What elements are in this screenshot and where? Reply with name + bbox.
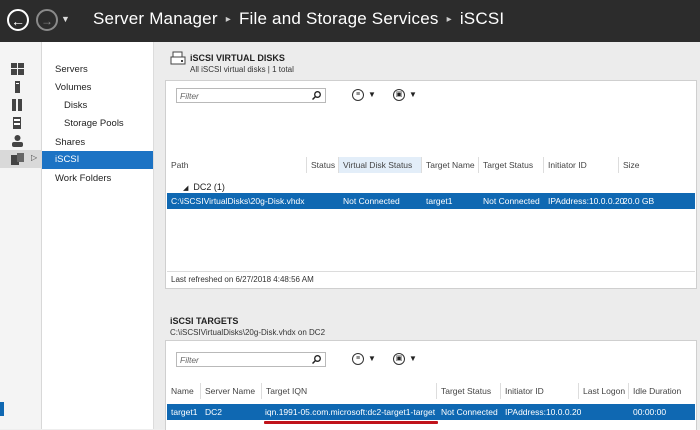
nav-item-servers[interactable]: Servers	[42, 61, 153, 79]
title-bar: ← → ▼ Server Manager ▸ File and Storage Se…	[0, 0, 700, 42]
column-header-virtual-disk-status[interactable]: Virtual Disk Status	[339, 157, 422, 173]
chevron-down-icon: ▼	[409, 354, 417, 363]
list-icon: ≡	[352, 353, 364, 365]
virtual-disk-icon	[170, 51, 186, 65]
column-header-name[interactable]: Name	[167, 383, 201, 399]
column-header-status[interactable]: Status	[307, 157, 339, 173]
breadcrumb-file-storage-services[interactable]: File and Storage Services	[239, 9, 439, 28]
cell-initiator-id: IPAddress:10.0.0.20	[548, 196, 625, 206]
nav-item-disks[interactable]: Disks	[42, 97, 153, 115]
column-header-idle-duration[interactable]: Idle Duration	[629, 383, 695, 399]
chevron-down-icon: ▼	[409, 90, 417, 99]
cell-path: C:\iSCSIVirtualDisks\20g-Disk.vhdx	[171, 196, 305, 206]
group-label: DC2 (1)	[193, 182, 225, 192]
cell-name: target1	[171, 407, 198, 417]
targets-panel: ≡ ▼ ▣ ▼ Name Server Name Target IQN Targ…	[165, 340, 697, 430]
breadcrumb-iscsi[interactable]: iSCSI	[460, 9, 504, 28]
file-storage-services-icon	[11, 153, 24, 165]
forward-arrow-icon[interactable]: →	[36, 9, 58, 31]
chevron-down-icon: ▼	[368, 90, 376, 99]
local-server-icon	[15, 81, 20, 93]
targets-subtitle: C:\iSCSIVirtualDisks\20g-Disk.vhdx on DC…	[170, 328, 326, 337]
users-icon	[12, 135, 23, 147]
targets-filter-input[interactable]	[177, 353, 305, 366]
cell-initiator-id: IPAddress:10.0.0.20	[505, 407, 582, 417]
rail-item-dashboard[interactable]	[0, 60, 41, 78]
search-icon[interactable]	[312, 91, 321, 100]
nav-item-volumes[interactable]: Volumes	[42, 79, 153, 97]
save-query-button[interactable]: ▣ ▼	[393, 353, 419, 367]
file-storage-roles-icon	[13, 117, 21, 129]
collapse-triangle-icon[interactable]: ◢	[183, 185, 188, 192]
main-content: iSCSI VIRTUAL DISKS All iSCSI virtual di…	[154, 42, 700, 430]
column-header-path[interactable]: Path	[167, 157, 307, 173]
cell-idle-duration: 00:00:00	[633, 407, 667, 417]
highlight-underline	[264, 421, 438, 424]
chevron-down-icon: ▼	[368, 354, 376, 363]
virtual-disks-filter[interactable]	[176, 88, 326, 103]
rail-item-local-server[interactable]	[0, 78, 41, 96]
save-query-button[interactable]: ▣ ▼	[393, 89, 419, 103]
cell-server-name: DC2	[205, 407, 223, 417]
breadcrumb-separator: ▸	[446, 14, 452, 25]
virtual-disks-filter-input[interactable]	[177, 89, 305, 102]
column-header-initiator-id[interactable]: Initiator ID	[544, 157, 619, 173]
last-refreshed-status: Last refreshed on 6/27/2018 4:48:56 AM	[167, 271, 695, 287]
column-header-target-status[interactable]: Target Status	[479, 157, 544, 173]
column-header-initiator-id[interactable]: Initiator ID	[501, 383, 579, 399]
breadcrumb-server-manager[interactable]: Server Manager	[93, 9, 218, 28]
dashboard-icon	[11, 63, 24, 75]
column-header-target-status[interactable]: Target Status	[437, 383, 501, 399]
cell-target-status: Not Connected	[441, 407, 498, 417]
table-row[interactable]: C:\iSCSIVirtualDisks\20g-Disk.vhdx Not C…	[167, 193, 695, 209]
save-icon: ▣	[393, 89, 405, 101]
column-header-last-logon[interactable]: Last Logon	[579, 383, 629, 399]
rail-item-file-storage-roles[interactable]	[0, 114, 41, 132]
targets-filter[interactable]	[176, 352, 326, 367]
cell-virtual-disk-status: Not Connected	[343, 196, 400, 206]
column-header-server-name[interactable]: Server Name	[201, 383, 262, 399]
sub-navigation: Servers Volumes Disks Storage Pools Shar…	[42, 42, 154, 429]
rail-item-all-servers[interactable]	[0, 96, 41, 114]
expand-arrow-icon[interactable]: ▷	[31, 153, 37, 162]
cell-target-status: Not Connected	[483, 196, 540, 206]
nav-item-storage-pools[interactable]: Storage Pools	[42, 115, 153, 133]
column-header-target-name[interactable]: Target Name	[422, 157, 479, 173]
icon-rail: ▷	[0, 42, 42, 429]
nav-item-work-folders[interactable]: Work Folders	[42, 170, 153, 188]
list-options-button[interactable]: ≡ ▼	[352, 89, 378, 103]
rail-scroll-marker	[0, 402, 4, 416]
list-options-button[interactable]: ≡ ▼	[352, 353, 378, 367]
group-header[interactable]: ◢ DC2 (1)	[183, 182, 225, 192]
table-row[interactable]: target1 DC2 iqn.1991-05.com.microsoft:dc…	[167, 404, 695, 420]
column-header-target-iqn[interactable]: Target IQN	[262, 383, 437, 399]
nav-item-iscsi[interactable]: iSCSI	[42, 151, 153, 169]
column-header-size[interactable]: Size	[619, 157, 695, 173]
all-servers-icon	[12, 99, 22, 111]
breadcrumb-separator: ▸	[225, 14, 231, 25]
back-arrow-icon[interactable]: ←	[7, 9, 29, 31]
cell-target-name: target1	[426, 196, 453, 206]
nav-item-shares[interactable]: Shares	[42, 134, 153, 152]
list-icon: ≡	[352, 89, 364, 101]
cell-size: 20.0 GB	[623, 196, 655, 206]
targets-title: iSCSI TARGETS	[170, 316, 239, 326]
rail-item-users[interactable]	[0, 132, 41, 150]
breadcrumb: Server Manager ▸ File and Storage Services…	[93, 9, 504, 29]
search-icon[interactable]	[312, 355, 321, 364]
virtual-disks-panel: ≡ ▼ ▣ ▼ Path Status Virtual Disk Status …	[165, 80, 697, 289]
rail-item-file-storage-services[interactable]: ▷	[0, 150, 41, 168]
cell-target-iqn: iqn.1991-05.com.microsoft:dc2-target1-ta…	[265, 407, 436, 417]
save-icon: ▣	[393, 353, 405, 365]
virtual-disks-title: iSCSI VIRTUAL DISKS	[190, 53, 285, 63]
virtual-disks-subtitle: All iSCSI virtual disks | 1 total	[190, 65, 294, 74]
history-dropdown-icon[interactable]: ▼	[61, 14, 70, 24]
